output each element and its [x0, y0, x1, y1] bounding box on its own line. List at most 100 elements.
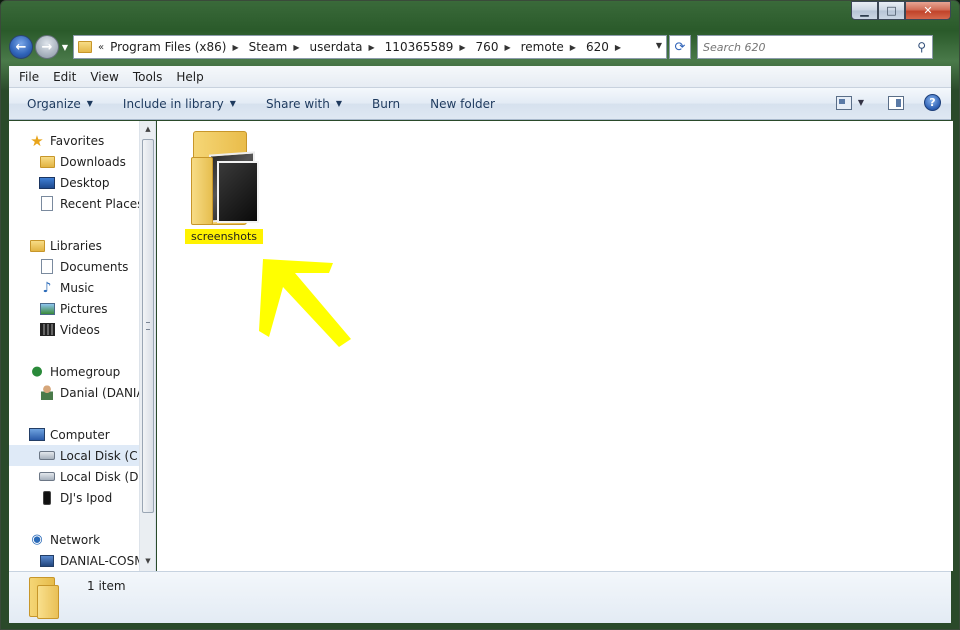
- breadcrumb-item[interactable]: userdata: [310, 40, 363, 54]
- downloads-folder-icon: [39, 154, 55, 170]
- minimize-button[interactable]: ▁: [851, 1, 878, 20]
- sidebar-item-ipod[interactable]: DJ's Ipod: [9, 487, 141, 508]
- sidebar-item-local-disk-c[interactable]: Local Disk (C:): [9, 445, 141, 466]
- sidebar-item-documents[interactable]: Documents: [9, 256, 141, 277]
- breadcrumb-overflow-chevron[interactable]: «: [98, 42, 104, 53]
- maximize-button[interactable]: □: [878, 1, 905, 20]
- chevron-down-icon: ▼: [335, 99, 342, 108]
- close-button[interactable]: ✕: [905, 1, 951, 20]
- preview-pane-icon[interactable]: [888, 95, 904, 110]
- breadcrumb-item[interactable]: remote: [521, 40, 564, 54]
- sidebar-item-homegroup-user[interactable]: Danial (DANIAL: [9, 382, 141, 403]
- recent-places-icon: [39, 196, 55, 212]
- desktop-icon: [39, 175, 55, 191]
- burn-button[interactable]: Burn: [372, 97, 400, 111]
- forward-button[interactable]: →: [35, 35, 59, 59]
- breadcrumb-separator[interactable]: ▶: [232, 43, 238, 52]
- breadcrumb-separator[interactable]: ▶: [615, 43, 621, 52]
- refresh-button[interactable]: ⟳: [669, 35, 691, 59]
- homegroup-icon: ●: [31, 364, 43, 379]
- navigation-row: ← → ▼ « Program Files (x86) ▶ Steam ▶ user…: [9, 33, 951, 61]
- forward-arrow-icon: →: [41, 39, 53, 55]
- menu-help[interactable]: Help: [176, 70, 203, 84]
- folder-icon: [78, 41, 92, 53]
- menu-view[interactable]: View: [90, 70, 118, 84]
- address-bar[interactable]: « Program Files (x86) ▶ Steam ▶ userdata ▶ …: [73, 35, 667, 59]
- details-pane: 1 item: [9, 571, 951, 623]
- sidebar-item-homegroup[interactable]: ● Homegroup: [9, 361, 141, 382]
- menu-tools[interactable]: Tools: [133, 70, 163, 84]
- breadcrumb-item-current[interactable]: 620: [586, 40, 609, 54]
- refresh-icon: ⟳: [674, 39, 686, 55]
- search-input[interactable]: [703, 40, 903, 54]
- sidebar-item-label: DANIAL-COSM: [60, 553, 141, 568]
- sidebar-item-computer[interactable]: Computer: [9, 424, 141, 445]
- back-button[interactable]: ←: [9, 35, 33, 59]
- sidebar-item-label: Videos: [60, 322, 100, 337]
- sidebar-item-recent-places[interactable]: Recent Places: [9, 193, 141, 214]
- address-history-dropdown[interactable]: ▼: [656, 41, 662, 50]
- sidebar-item-label: Network: [50, 532, 101, 547]
- sidebar-item-desktop[interactable]: Desktop: [9, 172, 141, 193]
- sidebar-item-network[interactable]: ◉ Network: [9, 529, 141, 550]
- chevron-down-icon: ▼: [229, 99, 236, 108]
- command-bar-right: ▼ ?: [835, 94, 941, 111]
- sidebar-item-network-pc[interactable]: DANIAL-COSM: [9, 550, 141, 571]
- breadcrumb-separator[interactable]: ▶: [504, 43, 510, 52]
- search-box[interactable]: ⚲: [697, 35, 933, 59]
- breadcrumb-item[interactable]: 110365589: [385, 40, 454, 54]
- scrollbar-thumb[interactable]: [142, 139, 154, 513]
- sidebar-item-pictures[interactable]: Pictures: [9, 298, 141, 319]
- sidebar-item-label: Computer: [50, 427, 110, 442]
- documents-icon: [39, 259, 55, 275]
- computer-icon: [29, 427, 45, 443]
- folder-item-screenshots[interactable]: screenshots: [181, 127, 267, 244]
- menu-edit[interactable]: Edit: [53, 70, 76, 84]
- breadcrumb-item[interactable]: Program Files (x86): [110, 40, 226, 54]
- sidebar-item-label: Favorites: [50, 133, 105, 148]
- sidebar-item-label: Downloads: [60, 154, 126, 169]
- scroll-up-arrow-icon[interactable]: ▲: [140, 121, 155, 137]
- sidebar-item-favorites[interactable]: ★ Favorites: [9, 130, 141, 151]
- change-view-icon[interactable]: [835, 95, 852, 110]
- item-count: 1 item: [87, 579, 126, 593]
- sidebar-item-downloads[interactable]: Downloads: [9, 151, 141, 172]
- sidebar-item-label: Local Disk (D:): [60, 469, 141, 484]
- hard-disk-icon: [39, 469, 55, 485]
- sidebar-item-videos[interactable]: Videos: [9, 319, 141, 340]
- organize-button[interactable]: Organize ▼: [27, 97, 93, 111]
- folder-icon: [189, 127, 259, 227]
- star-icon: ★: [30, 131, 44, 150]
- breadcrumb-separator[interactable]: ▶: [293, 43, 299, 52]
- menu-file[interactable]: File: [19, 70, 39, 84]
- menu-bar: File Edit View Tools Help: [9, 66, 951, 88]
- scroll-down-arrow-icon[interactable]: ▼: [140, 553, 155, 569]
- breadcrumb-item[interactable]: 760: [476, 40, 499, 54]
- breadcrumb-separator[interactable]: ▶: [459, 43, 465, 52]
- breadcrumb-separator[interactable]: ▶: [570, 43, 576, 52]
- share-with-button[interactable]: Share with ▼: [266, 97, 342, 111]
- command-bar: Organize ▼ Include in library ▼ Share with…: [9, 88, 951, 120]
- breadcrumb-item[interactable]: Steam: [249, 40, 288, 54]
- sidebar-item-music[interactable]: ♪ Music: [9, 277, 141, 298]
- sidebar-item-label: Pictures: [60, 301, 108, 316]
- breadcrumb-separator[interactable]: ▶: [369, 43, 375, 52]
- ipod-icon: [39, 490, 55, 506]
- help-icon[interactable]: ?: [924, 94, 941, 111]
- folder-icon: [29, 577, 59, 619]
- search-icon[interactable]: ⚲: [917, 40, 926, 54]
- include-in-library-button[interactable]: Include in library ▼: [123, 97, 236, 111]
- sidebar-item-libraries[interactable]: Libraries: [9, 235, 141, 256]
- new-folder-button[interactable]: New folder: [430, 97, 495, 111]
- view-options-dropdown[interactable]: ▼: [858, 98, 864, 107]
- grip-icon: [146, 322, 150, 330]
- explorer-window: ▁ □ ✕ ← → ▼ « Program Files (x86) ▶ Steam…: [0, 0, 960, 630]
- recent-pages-dropdown[interactable]: ▼: [59, 37, 71, 57]
- navigation-scrollbar[interactable]: ▲ ▼: [139, 121, 155, 571]
- sidebar-item-local-disk-d[interactable]: Local Disk (D:): [9, 466, 141, 487]
- back-arrow-icon: ←: [15, 39, 27, 55]
- videos-icon: [39, 322, 55, 338]
- sidebar-item-label: Recent Places: [60, 196, 141, 211]
- sidebar-item-label: Libraries: [50, 238, 102, 253]
- sidebar-item-label: Local Disk (C:): [60, 448, 141, 463]
